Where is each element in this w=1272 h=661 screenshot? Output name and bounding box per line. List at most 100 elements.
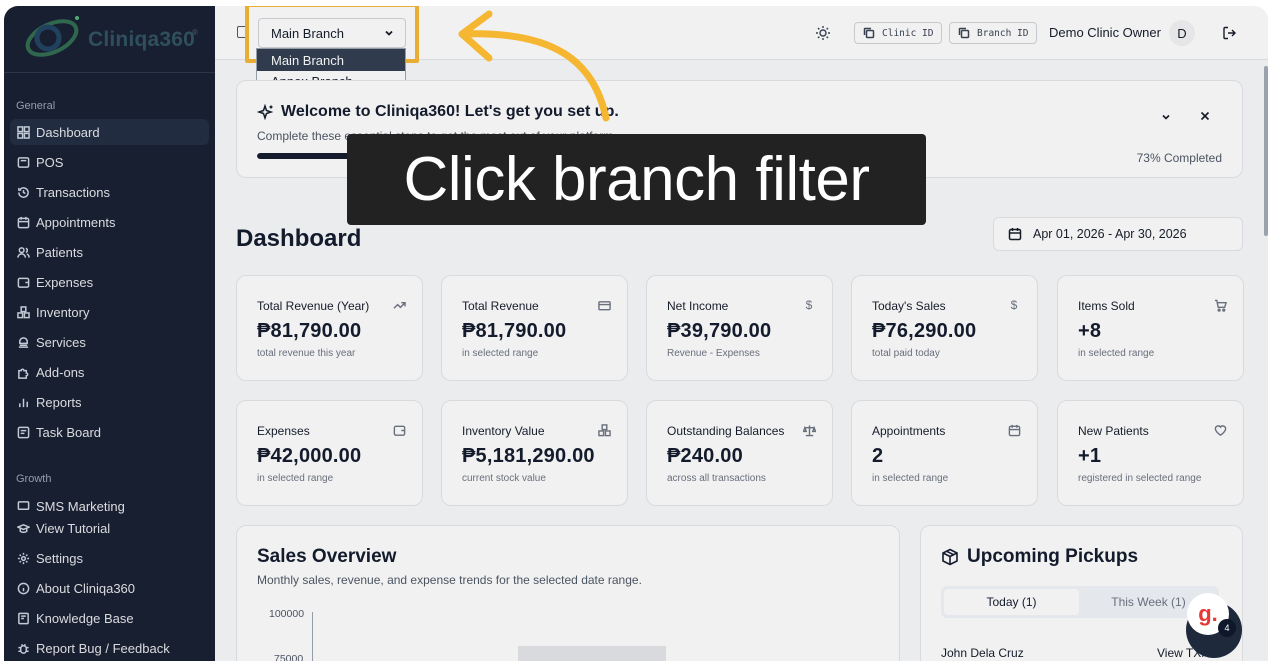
scrollbar-thumb[interactable] [1264, 66, 1268, 236]
sidebar-item-label: Settings [36, 550, 83, 566]
tab-today[interactable]: Today (1) [944, 589, 1079, 615]
kpi-value: ₱42,000.00 [257, 445, 362, 467]
gear-icon [16, 551, 30, 565]
sidebar-item-task-board[interactable]: Task Board [10, 419, 209, 445]
dollar-icon: $ [805, 298, 813, 312]
kpi-sub: in selected range [257, 473, 334, 484]
theme-toggle-sun-icon[interactable] [815, 25, 831, 41]
sidebar-item-label: Report Bug / Feedback [36, 640, 170, 656]
kpi-label: Items Sold [1078, 299, 1135, 313]
kpi-label: Expenses [257, 424, 310, 438]
sidebar-item-label: Inventory [36, 304, 90, 320]
info-icon [16, 581, 30, 595]
sidebar-item-label: Reports [36, 394, 82, 410]
sparkles-icon [257, 103, 274, 120]
avatar[interactable]: D [1169, 20, 1195, 46]
registered-mark: ® [192, 28, 198, 37]
sales-overview-card: Sales Overview Monthly sales, revenue, a… [236, 525, 900, 661]
kpi-value: ₱5,181,290.00 [462, 445, 595, 467]
trending-up-icon [392, 298, 406, 312]
date-range-picker[interactable]: Apr 01, 2026 - Apr 30, 2026 [993, 217, 1243, 251]
y-tick-label: 75000 [274, 653, 304, 661]
board-icon [16, 425, 30, 439]
kpi-card-total-revenue-year: Total Revenue (Year) ₱81,790.00 total re… [236, 275, 423, 381]
y-axis [312, 612, 313, 661]
section-general: General [16, 100, 56, 112]
kpi-sub: current stock value [462, 473, 546, 484]
sidebar-item-label: POS [36, 154, 64, 170]
chart-bar [518, 646, 666, 661]
kpi-card-new-patients: New Patients +1 registered in selected r… [1057, 400, 1244, 506]
pickup-customer-name: John Dela Cruz [941, 646, 1024, 660]
kpi-card-outstanding-balances: Outstanding Balances ₱240.00 across all … [646, 400, 833, 506]
sidebar-item-label: Knowledge Base [36, 610, 134, 626]
scale-icon [802, 423, 816, 437]
sidebar-item-label: Task Board [36, 424, 102, 440]
kpi-label: Total Revenue (Year) [257, 299, 370, 313]
clinic-id-button[interactable]: Clinic ID [854, 22, 943, 44]
sidebar-item-add-ons[interactable]: Add-ons [10, 359, 209, 385]
chat-unread-badge: 4 [1218, 619, 1236, 637]
sidebar-item-transactions[interactable]: Transactions [10, 179, 209, 205]
sidebar-item-label: Dashboard [36, 124, 100, 140]
kpi-value: ₱81,790.00 [462, 320, 567, 342]
sidebar-item-knowledge-base[interactable]: Knowledge Base [10, 605, 209, 631]
kpi-value: ₱240.00 [667, 445, 743, 467]
kpi-value: ₱76,290.00 [872, 320, 977, 342]
sidebar-item-settings[interactable]: Settings [10, 545, 209, 571]
kpi-sub: total paid today [872, 348, 940, 359]
kpi-card-inventory-value: Inventory Value ₱5,181,290.00 current st… [441, 400, 628, 506]
sidebar-item-label: Services [36, 334, 86, 350]
sidebar-footer-nav: View Tutorial Settings About Cliniqa360 … [4, 514, 215, 661]
calendar-icon [16, 215, 30, 229]
chevron-down-icon[interactable] [1160, 111, 1172, 123]
sidebar-item-view-tutorial[interactable]: View Tutorial [10, 515, 209, 541]
sidebar-item-patients[interactable]: Patients [10, 239, 209, 265]
book-icon [16, 611, 30, 625]
sidebar-item-about[interactable]: About Cliniqa360 [10, 575, 209, 601]
sidebar-item-reports[interactable]: Reports [10, 389, 209, 415]
sidebar-item-dashboard[interactable]: Dashboard [10, 119, 209, 145]
sidebar-item-appointments[interactable]: Appointments [10, 209, 209, 235]
sidebar-item-label: Transactions [36, 184, 110, 200]
sidebar-item-label: View Tutorial [36, 520, 111, 536]
kpi-sub: registered in selected range [1078, 473, 1202, 484]
sidebar-item-label: Appointments [36, 214, 116, 230]
history-icon [16, 185, 30, 199]
pos-icon [16, 155, 30, 169]
branch-id-button[interactable]: Branch ID [949, 22, 1038, 44]
kpi-label: Net Income [667, 299, 729, 313]
dashboard-icon [16, 125, 30, 139]
package-icon [942, 548, 958, 566]
globe-logo-icon [25, 16, 79, 57]
kpi-label: Total Revenue [462, 299, 539, 313]
heart-icon [1213, 423, 1227, 437]
clinic-id-label: Clinic ID [882, 27, 934, 39]
sidebar-item-label: SMS Marketing [36, 498, 125, 514]
copy-icon [958, 27, 970, 39]
boxes-icon [597, 423, 611, 437]
section-growth: Growth [16, 473, 52, 485]
brand-name: Cliniqa360 [88, 28, 196, 51]
screen: Cliniqa360 ® General Dashboard POS Trans… [0, 0, 1272, 661]
sidebar-item-inventory[interactable]: Inventory [10, 299, 209, 325]
sidebar-item-services[interactable]: Services [10, 329, 209, 355]
cart-icon [1213, 298, 1227, 312]
sidebar-item-label: Expenses [36, 274, 94, 290]
kpi-card-expenses: Expenses ₱42,000.00 in selected range [236, 400, 423, 506]
page-title: Dashboard [236, 225, 362, 252]
sidebar-item-label: Add-ons [36, 364, 85, 380]
branch-id-label: Branch ID [977, 27, 1029, 39]
sidebar-item-pos[interactable]: POS [10, 149, 209, 175]
date-range-value: Apr 01, 2026 - Apr 30, 2026 [1033, 227, 1187, 241]
bug-icon [16, 641, 30, 655]
logout-icon[interactable] [1222, 25, 1238, 41]
kpi-label: Outstanding Balances [667, 424, 785, 438]
sidebar-item-report-bug[interactable]: Report Bug / Feedback [10, 635, 209, 661]
kpi-sub: in selected range [1078, 348, 1155, 359]
brand-logo[interactable]: Cliniqa360 ® [25, 16, 198, 64]
kpi-value: +8 [1078, 320, 1102, 342]
close-icon[interactable] [1198, 109, 1212, 123]
sidebar-item-expenses[interactable]: Expenses [10, 269, 209, 295]
sidebar-item-label: Patients [36, 244, 83, 260]
